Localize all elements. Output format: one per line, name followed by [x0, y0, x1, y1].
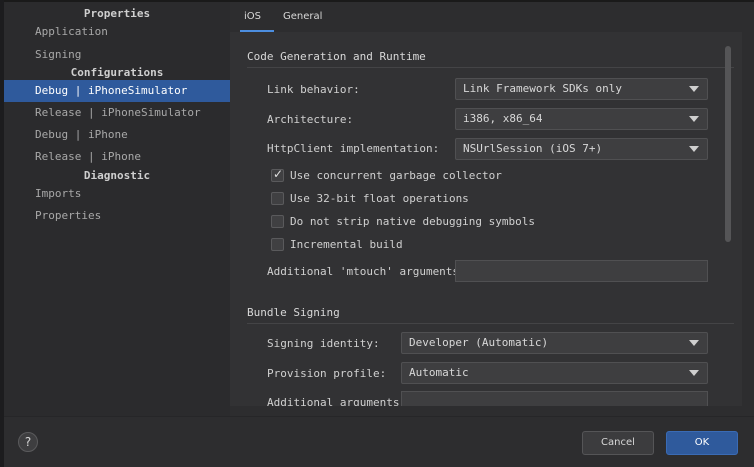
sidebar-item-diagnostic-properties[interactable]: Properties	[4, 205, 230, 227]
sidebar-item-release-iphone[interactable]: Release | iPhone	[4, 146, 230, 168]
sidebar-header-configurations: Configurations	[70, 66, 164, 79]
httpclient-select[interactable]: NSUrlSession (iOS 7+)	[455, 138, 708, 160]
settings-panel: Code Generation and Runtime Link behavio…	[230, 32, 742, 406]
additional-args-input[interactable]	[401, 391, 708, 406]
sidebar: Properties Application Signing Configura…	[4, 2, 230, 416]
signing-identity-label: Signing identity:	[267, 337, 380, 350]
httpclient-label: HttpClient implementation:	[267, 142, 440, 155]
chevron-down-icon	[689, 370, 699, 376]
checkmark-icon: ✓	[273, 167, 284, 181]
sidebar-header-properties: Properties	[83, 7, 151, 20]
chevron-down-icon	[689, 146, 699, 152]
sidebar-item-debug-iphonesimulator[interactable]: Debug | iPhoneSimulator	[4, 80, 230, 102]
footer-divider	[4, 416, 754, 417]
architecture-value: i386, x86_64	[463, 112, 543, 125]
link-behavior-value: Link Framework SDKs only	[463, 82, 622, 95]
ok-button[interactable]: OK	[666, 431, 738, 455]
sidebar-header-diagnostic: Diagnostic	[83, 169, 151, 182]
float32-checkbox[interactable]	[271, 192, 284, 205]
vertical-scrollbar[interactable]	[725, 46, 731, 242]
bundle-signing-title: Bundle Signing	[247, 306, 340, 319]
incremental-build-label: Incremental build	[290, 238, 403, 251]
tab-bar: iOS General	[230, 2, 754, 33]
tab-ios[interactable]: iOS	[244, 2, 261, 32]
provision-profile-value: Automatic	[409, 366, 469, 379]
help-button[interactable]: ?	[18, 432, 38, 452]
concurrent-gc-checkbox[interactable]: ✓	[271, 167, 284, 182]
mtouch-args-label: Additional 'mtouch' arguments:	[267, 265, 466, 278]
codegen-divider	[247, 67, 734, 68]
architecture-label: Architecture:	[267, 113, 354, 126]
incremental-build-checkbox[interactable]	[271, 238, 284, 251]
provision-profile-select[interactable]: Automatic	[401, 362, 708, 384]
link-behavior-label: Link behavior:	[267, 83, 360, 96]
float32-label: Use 32-bit float operations	[290, 192, 469, 205]
sidebar-item-debug-iphone[interactable]: Debug | iPhone	[4, 124, 230, 146]
provision-profile-label: Provision profile:	[267, 367, 387, 380]
no-strip-label: Do not strip native debugging symbols	[290, 215, 536, 228]
signing-identity-select[interactable]: Developer (Automatic)	[401, 332, 708, 354]
chevron-down-icon	[689, 86, 699, 92]
additional-args-label: Additional arguments:	[267, 396, 407, 406]
sidebar-item-imports[interactable]: Imports	[4, 183, 230, 205]
sidebar-item-application[interactable]: Application	[4, 21, 230, 43]
bundle-signing-divider	[247, 323, 734, 324]
no-strip-checkbox[interactable]	[271, 215, 284, 228]
link-behavior-select[interactable]: Link Framework SDKs only	[455, 78, 708, 100]
signing-identity-value: Developer (Automatic)	[409, 336, 549, 349]
codegen-section-title: Code Generation and Runtime	[247, 50, 426, 63]
sidebar-item-release-iphonesimulator[interactable]: Release | iPhoneSimulator	[4, 102, 230, 124]
chevron-down-icon	[689, 116, 699, 122]
cancel-button[interactable]: Cancel	[582, 431, 654, 455]
chevron-down-icon	[689, 340, 699, 346]
tab-general[interactable]: General	[283, 2, 322, 32]
architecture-select[interactable]: i386, x86_64	[455, 108, 708, 130]
httpclient-value: NSUrlSession (iOS 7+)	[463, 142, 603, 155]
concurrent-gc-label: Use concurrent garbage collector	[290, 169, 502, 182]
sidebar-item-signing[interactable]: Signing	[4, 44, 230, 66]
mtouch-args-input[interactable]	[455, 260, 708, 282]
